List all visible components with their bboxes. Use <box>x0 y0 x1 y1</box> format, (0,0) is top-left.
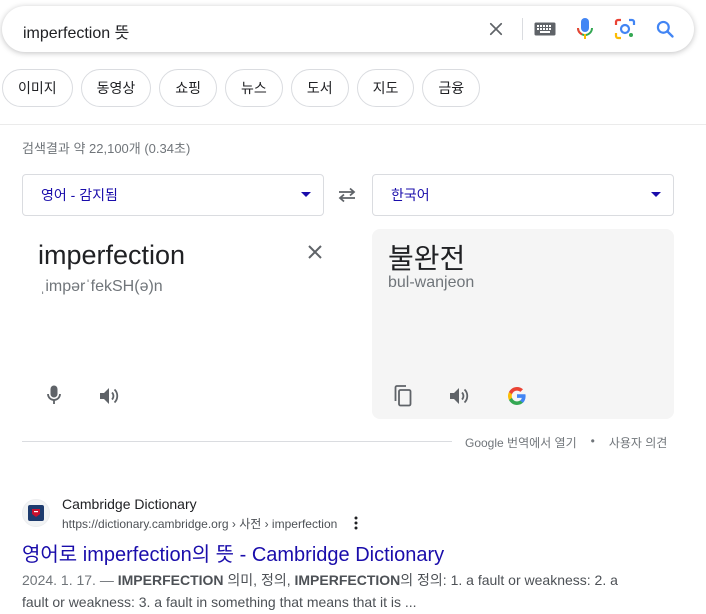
header-divider <box>0 124 706 125</box>
search-input[interactable]: imperfection 뜻 <box>23 19 129 43</box>
lens-search-icon[interactable] <box>613 17 637 41</box>
source-text[interactable]: imperfection <box>38 240 185 271</box>
snippet-bold-term: IMPERFECTION <box>117 572 224 588</box>
result-url[interactable]: https://dictionary.cambridge.org › 사전 › … <box>62 515 337 532</box>
source-language-select[interactable]: 영어 - 감지됨 <box>22 174 324 216</box>
search-bar[interactable]: imperfection 뜻 <box>2 6 694 52</box>
open-in-google-translate-link[interactable]: Google 번역에서 열기 <box>465 434 577 451</box>
target-language-select[interactable]: 한국어 <box>372 174 674 216</box>
target-speaker-icon[interactable] <box>447 384 471 408</box>
voice-search-icon[interactable] <box>573 17 597 41</box>
source-speaker-icon[interactable] <box>97 384 121 408</box>
chip-videos[interactable]: 동영상 <box>80 69 152 107</box>
chip-shopping[interactable]: 쇼핑 <box>159 69 218 107</box>
clear-source-icon[interactable] <box>303 240 327 264</box>
swap-languages-icon[interactable] <box>335 183 359 207</box>
chip-images[interactable]: 이미지 <box>2 69 73 107</box>
target-language-label: 한국어 <box>391 187 430 203</box>
chevron-down-icon <box>301 192 311 197</box>
clear-search-icon[interactable] <box>484 17 508 41</box>
search-filter-chips: 이미지 동영상 쇼핑 뉴스 도서 지도 금융 <box>2 69 481 107</box>
more-options-icon[interactable] <box>349 514 363 532</box>
source-language-label: 영어 - 감지됨 <box>41 187 118 203</box>
source-phonetic: ˌimpərˈfekSH(ə)n <box>40 278 163 295</box>
footer-separator: • <box>590 434 595 448</box>
result-stats: 검색결과 약 22,100개 (0.34초) <box>22 141 191 156</box>
cambridge-logo-icon <box>28 505 44 521</box>
feedback-link[interactable]: 사용자 의견 <box>609 434 668 451</box>
translated-romanization: bul-wanjeon <box>388 274 475 291</box>
translated-text: 불완전 <box>388 243 466 274</box>
result-title-link[interactable]: 영어로 imperfection의 뜻 - Cambridge Dictiona… <box>22 538 444 567</box>
site-favicon[interactable] <box>22 499 50 527</box>
result-snippet: 2024. 1. 17. — IMPERFECTION 의미, 정의, IMPE… <box>22 569 642 613</box>
result-site-name[interactable]: Cambridge Dictionary <box>62 496 197 512</box>
microphone-icon[interactable] <box>42 383 66 407</box>
translate-footer-divider <box>22 441 452 442</box>
search-bar-divider <box>522 18 523 40</box>
copy-icon[interactable] <box>391 384 415 408</box>
snippet-date: 2024. 1. 17. — <box>22 572 114 588</box>
snippet-text: 의미, 정의, <box>223 572 295 588</box>
keyboard-icon[interactable] <box>533 17 557 41</box>
chip-finance[interactable]: 금융 <box>422 69 481 107</box>
chip-books[interactable]: 도서 <box>290 69 349 107</box>
chip-news[interactable]: 뉴스 <box>225 69 283 107</box>
search-icon[interactable] <box>653 17 677 41</box>
google-logo-icon[interactable] <box>505 384 529 408</box>
chip-maps[interactable]: 지도 <box>356 69 415 107</box>
snippet-bold-term: IMPERFECTION <box>294 572 401 588</box>
translate-footer: Google 번역에서 열기 • 사용자 의견 <box>465 434 667 451</box>
chevron-down-icon <box>651 192 661 197</box>
